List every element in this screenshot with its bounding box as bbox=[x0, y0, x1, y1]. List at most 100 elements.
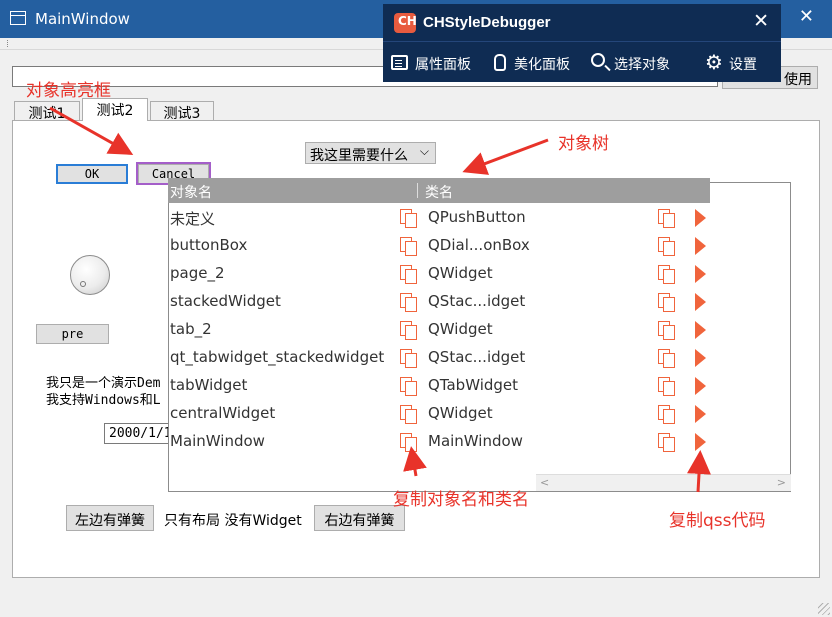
class-name-cell: QWidget bbox=[428, 404, 493, 422]
copy-qss-icon[interactable] bbox=[695, 349, 706, 367]
object-name-cell: centralWidget bbox=[170, 404, 276, 422]
tree-row[interactable]: qt_tabwidget_stackedwidget QStac...idget bbox=[168, 344, 728, 372]
copy-class-icon[interactable] bbox=[658, 349, 675, 368]
search-icon bbox=[591, 53, 605, 67]
header-object-name[interactable]: 对象名 bbox=[170, 182, 212, 202]
combo-value: 我这里需要什么 bbox=[310, 148, 408, 164]
object-name-cell: tabWidget bbox=[170, 376, 248, 394]
object-name-cell: MainWindow bbox=[170, 432, 265, 450]
tree-row[interactable]: buttonBox QDial...onBox bbox=[168, 232, 728, 260]
object-tree-header: 对象名 类名 bbox=[168, 178, 710, 203]
object-name-cell: qt_tabwidget_stackedwidget bbox=[170, 348, 385, 366]
copy-qss-icon[interactable] bbox=[695, 377, 706, 395]
gear-icon: ⚙ bbox=[705, 50, 723, 74]
class-name-cell: QDial...onBox bbox=[428, 236, 530, 254]
dial-knob[interactable] bbox=[70, 255, 110, 295]
use-button-label: 使用 bbox=[784, 72, 812, 88]
chevron-down-icon[interactable]: ⌵ bbox=[420, 144, 429, 159]
tree-row[interactable]: 未定义 QPushButton bbox=[168, 204, 728, 232]
copy-class-icon[interactable] bbox=[658, 293, 675, 312]
copy-qss-icon[interactable] bbox=[695, 321, 706, 339]
copy-name-class-icon[interactable] bbox=[400, 293, 417, 312]
copy-name-class-icon[interactable] bbox=[400, 349, 417, 368]
property-panel-label: 属性面板 bbox=[415, 57, 471, 73]
annotation-copy-name-class: 复制对象名和类名 bbox=[393, 490, 529, 510]
style-debugger-window: CH CHStyleDebugger ✕ 属性面板 美化面板 选择对象 ⚙ 设置 bbox=[383, 4, 781, 82]
object-name-cell: stackedWidget bbox=[170, 292, 281, 310]
select-object-button[interactable]: 选择对象 bbox=[591, 52, 683, 76]
copy-class-icon[interactable] bbox=[658, 405, 675, 424]
class-name-cell: MainWindow bbox=[428, 432, 523, 450]
needs-combo[interactable]: 我这里需要什么 ⌵ bbox=[305, 142, 436, 164]
right-spring-button[interactable]: 右边有弹簧 bbox=[314, 505, 405, 531]
copy-name-class-icon[interactable] bbox=[400, 377, 417, 396]
annotation-object-tree: 对象树 bbox=[558, 134, 609, 154]
copy-name-class-icon[interactable] bbox=[400, 405, 417, 424]
header-divider[interactable] bbox=[417, 183, 418, 198]
class-name-cell: QStac...idget bbox=[428, 292, 526, 310]
copy-qss-icon[interactable] bbox=[695, 405, 706, 423]
tree-row[interactable]: MainWindow MainWindow bbox=[168, 428, 728, 456]
class-name-cell: QTabWidget bbox=[428, 376, 519, 394]
copy-class-icon[interactable] bbox=[658, 377, 675, 396]
debugger-logo-icon: CH bbox=[394, 13, 417, 33]
copy-class-icon[interactable] bbox=[658, 265, 675, 284]
copy-qss-icon[interactable] bbox=[695, 237, 706, 255]
tree-row[interactable]: tabWidget QTabWidget bbox=[168, 372, 728, 400]
scroll-right-icon[interactable]: > bbox=[777, 476, 786, 489]
object-name-cell: page_2 bbox=[170, 264, 225, 282]
tree-horizontal-scrollbar[interactable]: < > bbox=[536, 474, 791, 491]
tab-test1[interactable]: 测试1 bbox=[14, 101, 80, 122]
class-name-cell: QWidget bbox=[428, 320, 493, 338]
debugger-title: CHStyleDebugger bbox=[423, 14, 551, 31]
toolbar-grip-icon[interactable] bbox=[7, 40, 10, 47]
copy-qss-icon[interactable] bbox=[695, 265, 706, 283]
copy-class-icon[interactable] bbox=[658, 321, 675, 340]
pre-button[interactable]: pre bbox=[36, 324, 109, 344]
copy-qss-icon[interactable] bbox=[695, 209, 706, 227]
copy-class-icon[interactable] bbox=[658, 433, 675, 452]
scroll-left-icon[interactable]: < bbox=[540, 476, 549, 489]
object-name-cell: 未定义 bbox=[170, 210, 216, 228]
dial-notch bbox=[80, 281, 86, 287]
settings-label: 设置 bbox=[729, 57, 757, 73]
copy-qss-icon[interactable] bbox=[695, 293, 706, 311]
copy-name-class-icon[interactable] bbox=[400, 433, 417, 452]
tab-test3[interactable]: 测试3 bbox=[150, 101, 214, 122]
ok-button[interactable]: OK bbox=[56, 164, 128, 184]
copy-name-class-icon[interactable] bbox=[400, 265, 417, 284]
debugger-titlebar: CH CHStyleDebugger ✕ bbox=[383, 4, 781, 42]
copy-qss-icon[interactable] bbox=[695, 433, 706, 451]
window-close-icon[interactable]: ✕ bbox=[799, 6, 814, 27]
settings-button[interactable]: ⚙ 设置 bbox=[705, 52, 767, 76]
object-name-cell: tab_2 bbox=[170, 320, 212, 338]
tree-row[interactable]: tab_2 QWidget bbox=[168, 316, 728, 344]
panel-icon bbox=[391, 55, 408, 70]
object-name-cell: buttonBox bbox=[170, 236, 248, 254]
copy-class-icon[interactable] bbox=[658, 237, 675, 256]
copy-name-class-icon[interactable] bbox=[400, 237, 417, 256]
copy-name-class-icon[interactable] bbox=[400, 321, 417, 340]
tree-row[interactable]: centralWidget QWidget bbox=[168, 400, 728, 428]
tree-row[interactable]: page_2 QWidget bbox=[168, 260, 728, 288]
debugger-logo-text: CH bbox=[398, 14, 417, 28]
beautify-panel-label: 美化面板 bbox=[514, 57, 570, 73]
property-panel-button[interactable]: 属性面板 bbox=[391, 52, 483, 76]
tree-row[interactable]: stackedWidget QStac...idget bbox=[168, 288, 728, 316]
date-edit[interactable]: 2000/1/1 bbox=[104, 423, 176, 444]
left-spring-button[interactable]: 左边有弹簧 bbox=[66, 505, 154, 531]
beautify-panel-button[interactable]: 美化面板 bbox=[492, 52, 582, 76]
demo-text-line2: 我支持Windows和L bbox=[46, 393, 161, 408]
annotation-copy-qss: 复制qss代码 bbox=[669, 511, 766, 531]
window-title: MainWindow bbox=[35, 10, 130, 28]
app-window-icon bbox=[10, 11, 26, 25]
copy-name-class-icon[interactable] bbox=[400, 209, 417, 228]
clipboard-icon bbox=[494, 54, 506, 71]
tab-test2[interactable]: 测试2 bbox=[82, 98, 148, 121]
class-name-cell: QPushButton bbox=[428, 208, 526, 226]
header-class-name[interactable]: 类名 bbox=[425, 182, 453, 202]
copy-class-icon[interactable] bbox=[658, 209, 675, 228]
debugger-close-icon[interactable]: ✕ bbox=[753, 10, 769, 32]
select-object-label: 选择对象 bbox=[614, 57, 670, 73]
size-grip-icon[interactable] bbox=[818, 603, 830, 615]
